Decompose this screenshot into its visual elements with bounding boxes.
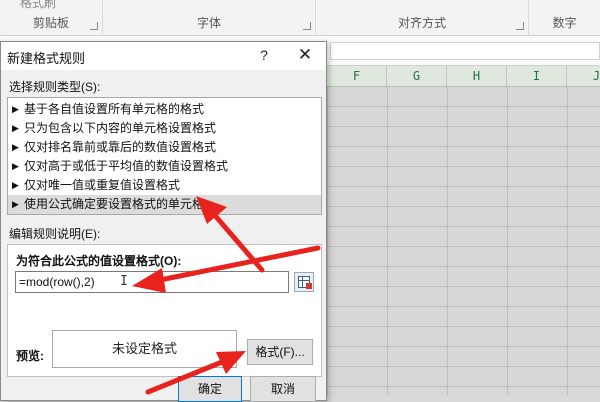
ok-button[interactable]: 确定 [178, 376, 242, 402]
ribbon: 格式刷 剪贴板 字体 对齐方式 数字 [0, 0, 600, 36]
dialog-launcher-icon[interactable] [303, 22, 311, 30]
new-format-rule-dialog: 新建格式规则 ? ✕ 选择规则类型(S): ▶ 基于各自值设置所有单元格的格式 ▶… [0, 41, 327, 402]
ribbon-group-label: 数字 [552, 16, 577, 30]
rule-type-item-label: 仅对唯一值或重复值设置格式 [24, 178, 181, 192]
ribbon-group-number: 数字 [529, 0, 600, 36]
ribbon-group-clipboard: 剪贴板 [0, 0, 103, 36]
column-header-j[interactable]: J [567, 66, 600, 86]
triangle-right-icon: ▶ [12, 199, 19, 209]
rule-type-item-label: 使用公式确定要设置格式的单元格 [24, 197, 205, 211]
dialog-launcher-icon[interactable] [90, 22, 98, 30]
triangle-right-icon: ▶ [12, 180, 19, 190]
edit-rule-panel: 为符合此公式的值设置格式(O): =mod(row(),2) I 预览: 未设定… [7, 244, 322, 377]
triangle-right-icon: ▶ [12, 161, 19, 171]
preview-box: 未设定格式 [52, 330, 237, 368]
triangle-right-icon: ▶ [12, 142, 19, 152]
text-cursor-icon: I [120, 274, 128, 289]
close-button[interactable]: ✕ [293, 44, 317, 66]
rule-type-label: 选择规则类型(S): [9, 80, 101, 94]
column-header-g[interactable]: G [387, 66, 447, 86]
column-header-f[interactable]: F [327, 66, 387, 86]
ribbon-group-label: 对齐方式 [397, 16, 446, 30]
ribbon-group-font: 字体 [103, 0, 316, 36]
rule-type-item[interactable]: ▶ 基于各自值设置所有单元格的格式 [8, 100, 321, 119]
column-header-h[interactable]: H [447, 66, 507, 86]
column-header-i[interactable]: I [507, 66, 567, 86]
formula-input[interactable]: =mod(row(),2) [15, 271, 289, 293]
rule-type-item[interactable]: ▶ 仅对唯一值或重复值设置格式 [8, 176, 321, 195]
rule-type-item-label: 只为包含以下内容的单元格设置格式 [24, 121, 217, 135]
rule-type-list: ▶ 基于各自值设置所有单元格的格式 ▶ 只为包含以下内容的单元格设置格式 ▶ 仅对排名… [7, 97, 322, 215]
range-select-button[interactable] [294, 272, 314, 292]
triangle-right-icon: ▶ [12, 104, 19, 114]
cancel-button[interactable]: 取消 [250, 376, 316, 402]
rule-type-item[interactable]: ▶ 仅对排名靠前或靠后的数值设置格式 [8, 138, 321, 157]
formula-label: 为符合此公式的值设置格式(O): [16, 254, 182, 268]
rule-type-item[interactable]: ▶ 仅对高于或低于平均值的数值设置格式 [8, 157, 321, 176]
dialog-launcher-icon[interactable] [516, 22, 524, 30]
triangle-right-icon: ▶ [12, 123, 19, 133]
help-button[interactable]: ? [253, 44, 275, 66]
preview-label: 预览: [16, 349, 44, 363]
edit-rule-label: 编辑规则说明(E): [9, 227, 101, 241]
rule-type-item-label: 仅对排名靠前或靠后的数值设置格式 [24, 140, 217, 154]
rule-type-item-label: 基于各自值设置所有单元格的格式 [24, 102, 205, 116]
range-select-arrow-icon [306, 283, 312, 289]
formula-bar-input[interactable] [330, 42, 600, 60]
dialog-titlebar[interactable]: 新建格式规则 ? ✕ [1, 42, 326, 70]
ribbon-group-alignment: 对齐方式 [316, 0, 529, 36]
ribbon-group-label: 剪贴板 [32, 16, 69, 30]
rule-type-item-label: 仅对高于或低于平均值的数值设置格式 [24, 159, 229, 173]
ribbon-group-label: 字体 [196, 16, 221, 30]
rule-type-item-selected[interactable]: ▶ 使用公式确定要设置格式的单元格 [8, 195, 321, 214]
format-button[interactable]: 格式(F)... [247, 339, 313, 365]
dialog-title: 新建格式规则 [7, 51, 86, 66]
rule-type-item[interactable]: ▶ 只为包含以下内容的单元格设置格式 [8, 119, 321, 138]
